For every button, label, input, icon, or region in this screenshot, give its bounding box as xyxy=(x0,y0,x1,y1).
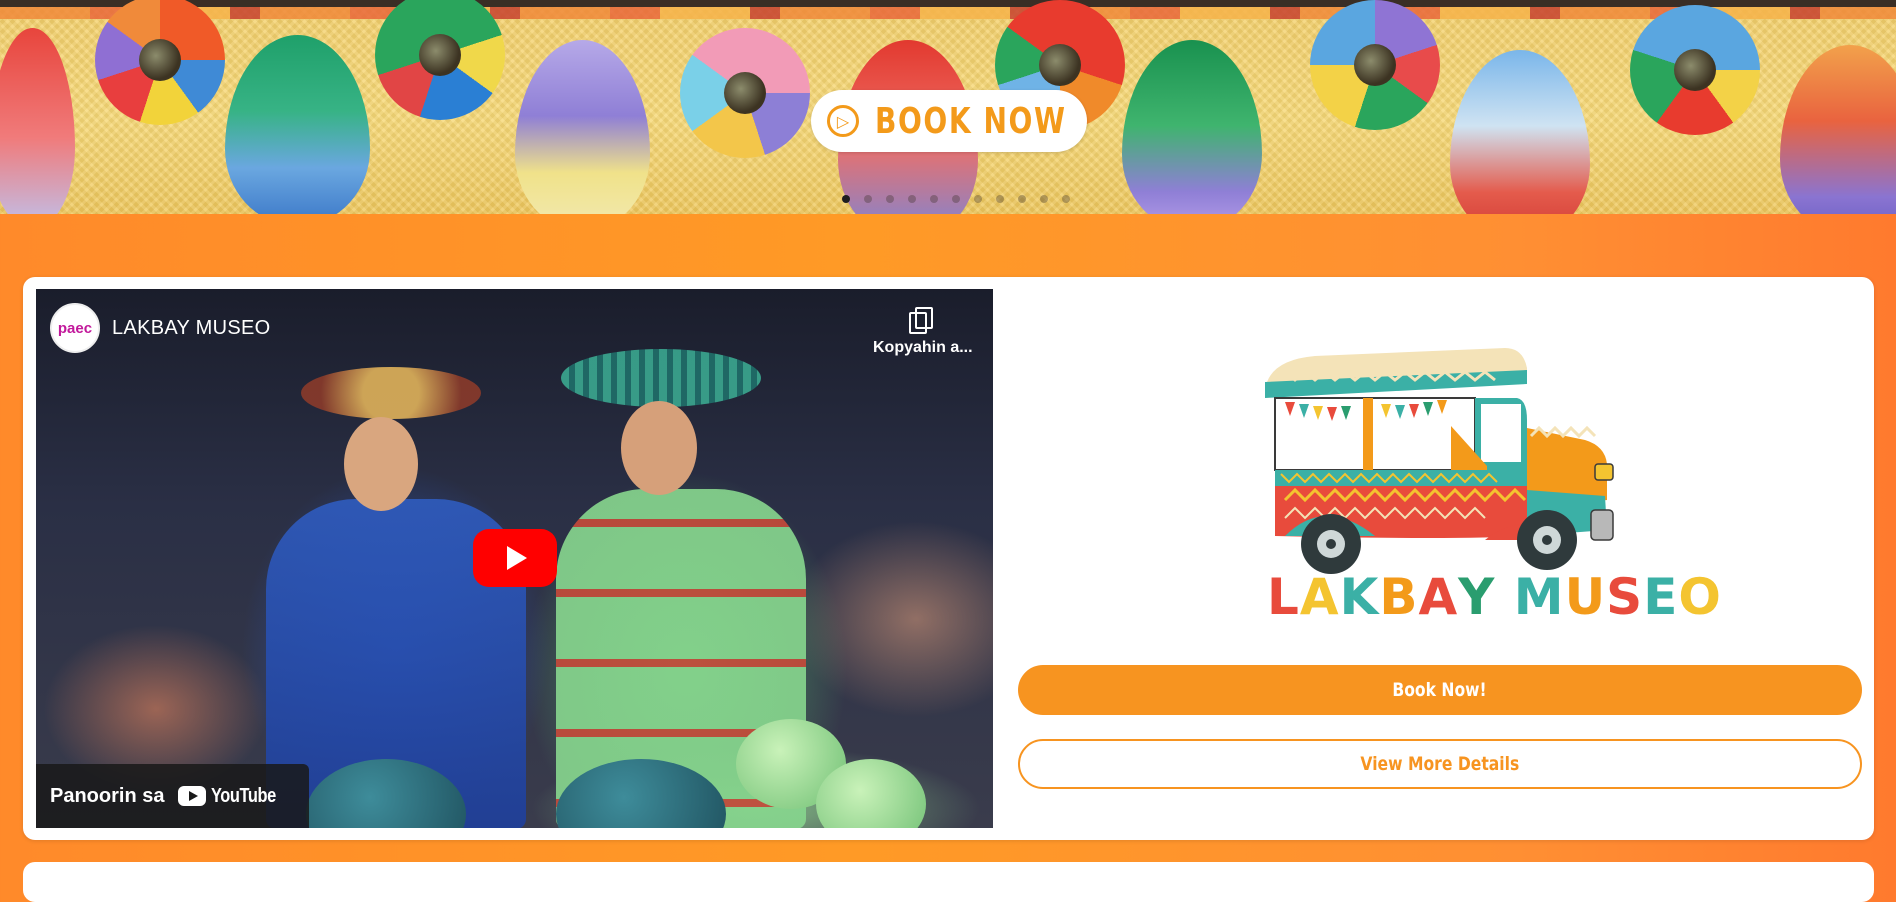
logo-letter: O xyxy=(1678,568,1722,626)
video-scene xyxy=(561,349,761,407)
carousel-dot[interactable] xyxy=(842,195,850,203)
carousel-dot[interactable] xyxy=(996,195,1004,203)
decor-leaf xyxy=(1122,40,1262,214)
carousel-dot[interactable] xyxy=(864,195,872,203)
carousel-dot[interactable] xyxy=(1018,195,1026,203)
next-card xyxy=(23,862,1874,902)
decor-leaf xyxy=(1780,45,1896,214)
logo-letter: M xyxy=(1513,568,1565,626)
video-header: paec LAKBAY MUSEO xyxy=(50,303,270,353)
play-circle-icon: ▷ xyxy=(827,105,859,137)
decor-flower xyxy=(375,0,505,120)
watch-on-youtube-button[interactable]: Panoorin sa YouTube xyxy=(36,764,309,828)
carousel-dot[interactable] xyxy=(952,195,960,203)
watch-on-label: Panoorin sa xyxy=(50,784,165,807)
youtube-logo: YouTube xyxy=(178,785,290,808)
video-play-button[interactable] xyxy=(473,529,557,587)
carousel-dot[interactable] xyxy=(1062,195,1070,203)
video-title[interactable]: LAKBAY MUSEO xyxy=(112,317,270,340)
carousel-dot[interactable] xyxy=(886,195,894,203)
copy-icon xyxy=(909,307,933,334)
play-icon xyxy=(507,546,527,570)
hero-book-now-button[interactable]: ▷ BOOK NOW xyxy=(811,90,1087,152)
copy-link-label: Kopyahin a... xyxy=(873,339,973,356)
hero-banner: ▷ BOOK NOW xyxy=(0,0,1896,214)
carousel-indicators xyxy=(842,195,1070,203)
logo-wordmark: LAKBAY MUSEO xyxy=(1267,568,1721,626)
copy-link-button[interactable]: Kopyahin a... xyxy=(873,307,973,357)
logo-letter xyxy=(1495,568,1513,626)
decor-leaf xyxy=(0,28,75,214)
logo-letter: B xyxy=(1379,568,1419,626)
carousel-dot[interactable] xyxy=(1040,195,1048,203)
channel-avatar[interactable]: paec xyxy=(50,303,100,353)
hero-awning xyxy=(0,7,1896,19)
hero-book-now-label: BOOK NOW xyxy=(875,100,1067,142)
video-scene xyxy=(344,417,418,511)
decor-flower xyxy=(680,28,810,158)
logo-letter: A xyxy=(1418,568,1459,626)
decor-leaf xyxy=(1450,50,1590,214)
book-now-label: Book Now! xyxy=(1392,679,1488,701)
youtube-wordmark: YouTube xyxy=(211,784,277,807)
decor-leaf xyxy=(225,35,370,214)
logo-letter: K xyxy=(1339,568,1380,626)
logo-letter: L xyxy=(1267,568,1300,626)
logo-letter: U xyxy=(1564,568,1607,626)
youtube-video-embed[interactable]: paec LAKBAY MUSEO Kopyahin a... Panoorin… xyxy=(36,289,993,828)
carousel-dot[interactable] xyxy=(908,195,916,203)
view-more-details-button[interactable]: View More Details xyxy=(1018,739,1862,789)
decor-leaf xyxy=(515,40,650,214)
logo-letter: S xyxy=(1606,568,1644,626)
video-scene xyxy=(301,367,481,419)
view-more-details-label: View More Details xyxy=(1360,753,1520,775)
logo-letter: A xyxy=(1299,568,1340,626)
decor-flower xyxy=(1310,0,1440,130)
video-scene xyxy=(621,401,697,495)
logo-letter: Y xyxy=(1458,568,1496,626)
youtube-icon xyxy=(178,786,207,806)
hero-top-strip xyxy=(0,0,1896,7)
carousel-dot[interactable] xyxy=(974,195,982,203)
book-now-button[interactable]: Book Now! xyxy=(1018,665,1862,715)
carousel-dot[interactable] xyxy=(930,195,938,203)
decor-flower xyxy=(95,0,225,125)
decor-flower xyxy=(1630,5,1760,135)
logo-letter: E xyxy=(1643,568,1679,626)
